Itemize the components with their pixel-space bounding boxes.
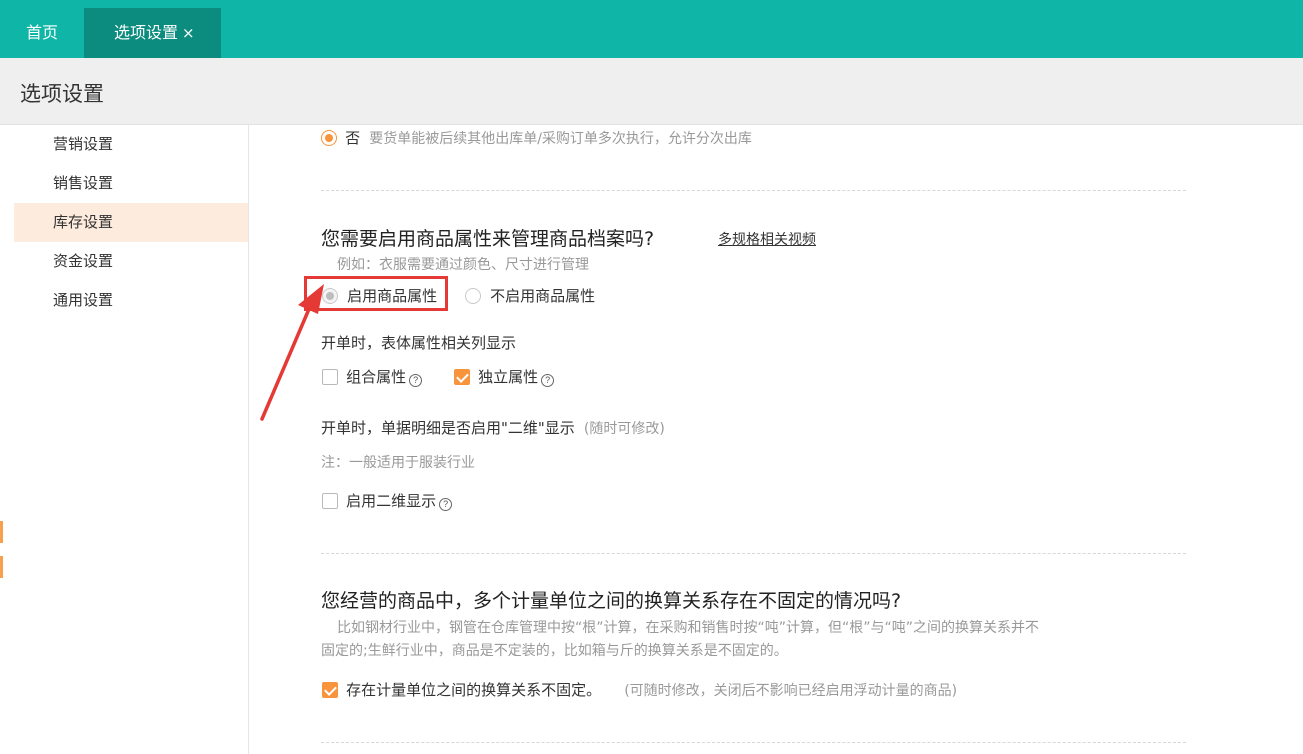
sidebar-item-inventory[interactable]: 库存设置 xyxy=(14,203,248,242)
tab-home[interactable]: 首页 xyxy=(0,8,84,58)
help-icon[interactable]: ? xyxy=(439,498,453,511)
section-divider xyxy=(321,742,1186,743)
combo-attr-label: 组合属性 xyxy=(346,368,407,386)
left-edge-marker xyxy=(0,521,3,543)
twod-title: 开单时，单据明细是否启用"二维"显示 xyxy=(321,419,575,437)
page-header: 选项设置 xyxy=(0,58,1303,125)
combo-attr-checkbox[interactable] xyxy=(322,369,338,385)
tab-options-settings-label: 选项设置 xyxy=(114,23,179,42)
independent-attr-label: 独立属性 xyxy=(478,368,539,386)
prev-option-label: 否 xyxy=(345,129,361,147)
columns-title: 开单时，表体属性相关列显示 xyxy=(321,334,517,352)
tab-options-settings[interactable]: 选项设置 × xyxy=(84,8,221,58)
units-question: 您经营的商品中，多个计量单位之间的换算关系存在不固定的情况吗? xyxy=(321,590,902,612)
units-desc-line2: 固定的;生鲜行业中，商品是不定装的，比如箱与斤的换算关系是不固定的。 xyxy=(321,643,788,659)
units-desc-line1: 比如钢材行业中，钢管在仓库管理中按“根”计算，在采购和销售时按“吨”计算，但“根… xyxy=(337,620,1040,636)
sidebar-item-general[interactable]: 通用设置 xyxy=(14,281,248,320)
sidebar-item-funds[interactable]: 资金设置 xyxy=(14,242,248,281)
twod-note: (随时可修改) xyxy=(583,421,665,437)
twod-checkbox[interactable] xyxy=(322,493,338,509)
sidebar-item-sales[interactable]: 销售设置 xyxy=(14,164,248,203)
sidebar-item-marketing[interactable]: 营销设置 xyxy=(14,125,248,164)
twod-hint: 注：一般适用于服装行业 xyxy=(321,455,475,471)
twod-title-row: 开单时，单据明细是否启用"二维"显示 (随时可修改) xyxy=(321,417,665,438)
combo-attr-option[interactable]: 组合属性? xyxy=(322,366,423,387)
page-title: 选项设置 xyxy=(20,82,104,106)
help-icon[interactable]: ? xyxy=(541,374,555,387)
left-edge-marker xyxy=(0,556,3,578)
section-divider xyxy=(321,190,1186,191)
video-link[interactable]: 多规格相关视频 xyxy=(718,229,816,249)
twod-option[interactable]: 启用二维显示? xyxy=(322,490,453,511)
top-tab-bar: 首页 选项设置 × xyxy=(0,0,1303,58)
help-icon[interactable]: ? xyxy=(409,374,423,387)
attr-question: 您需要启用商品属性来管理商品档案吗? xyxy=(321,228,655,250)
prev-option-row: 否 要货单能被后续其他出库单/采购订单多次执行，允许分次出库 xyxy=(321,127,752,148)
units-checkbox-note: (可随时修改，关闭后不影响已经启用浮动计量的商品) xyxy=(624,683,958,699)
units-checkbox[interactable] xyxy=(322,682,338,698)
independent-attr-option[interactable]: 独立属性? xyxy=(454,366,555,387)
attr-example: 例如：衣服需要通过颜色、尺寸进行管理 xyxy=(337,257,589,273)
section-divider xyxy=(321,553,1186,554)
independent-attr-checkbox[interactable] xyxy=(454,369,470,385)
close-icon[interactable]: × xyxy=(182,24,195,42)
highlight-annotation-box xyxy=(304,276,448,311)
prev-option-desc: 要货单能被后续其他出库单/采购订单多次执行，允许分次出库 xyxy=(369,131,752,147)
settings-content: 否 要货单能被后续其他出库单/采购订单多次执行，允许分次出库 您需要启用商品属性… xyxy=(250,125,1303,754)
attr-disable-label: 不启用商品属性 xyxy=(490,287,596,305)
settings-sidebar: 营销设置 销售设置 库存设置 资金设置 通用设置 xyxy=(14,125,249,754)
twod-label: 启用二维显示 xyxy=(346,492,437,510)
attr-disable-option[interactable]: 不启用商品属性 xyxy=(465,285,595,306)
prev-option-radio[interactable] xyxy=(321,130,337,146)
attr-disable-radio[interactable] xyxy=(465,288,481,304)
units-checkbox-label: 存在计量单位之间的换算关系不固定。 xyxy=(346,681,602,699)
units-option[interactable]: 存在计量单位之间的换算关系不固定。 (可随时修改，关闭后不影响已经启用浮动计量的… xyxy=(322,679,957,700)
